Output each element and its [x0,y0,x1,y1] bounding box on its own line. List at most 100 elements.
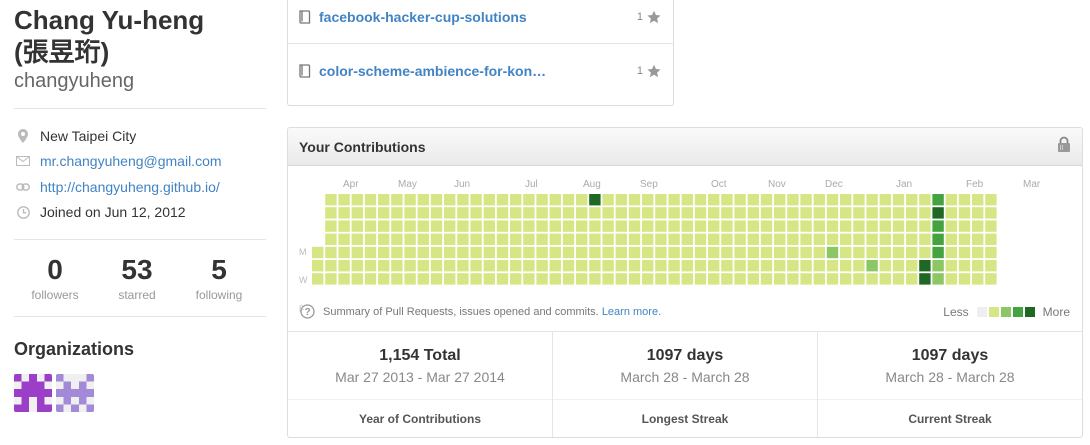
contribution-day[interactable] [958,246,971,259]
contribution-day[interactable] [840,260,852,272]
contribution-day[interactable] [562,220,575,232]
contribution-day[interactable] [470,260,482,272]
contribution-day[interactable] [378,220,390,232]
contribution-day[interactable] [364,233,377,245]
contribution-day[interactable] [338,233,350,245]
contribution-day[interactable] [972,220,984,232]
contribution-day[interactable] [404,260,416,272]
contribution-day[interactable] [694,273,707,285]
contribution-day[interactable] [628,194,641,206]
contribution-day[interactable] [840,194,852,206]
contribution-day[interactable] [642,194,654,206]
contribution-day[interactable] [338,194,350,206]
contribution-day[interactable] [800,207,812,219]
contribution-day[interactable] [602,194,614,206]
contribution-day[interactable] [708,194,720,206]
org-avatar-purple[interactable] [14,374,52,417]
contribution-day[interactable] [364,246,377,259]
contribution-day[interactable] [417,194,429,206]
contribution-day[interactable] [470,194,482,206]
contribution-day[interactable] [655,233,667,245]
contribution-day[interactable] [919,207,931,219]
contribution-day[interactable] [430,273,443,285]
contribution-day[interactable] [628,220,641,232]
contribution-day[interactable] [721,273,733,285]
contribution-day[interactable] [378,194,390,206]
contribution-day[interactable] [417,273,429,285]
contribution-day[interactable] [800,194,812,206]
contribution-day[interactable] [694,260,707,272]
contribution-day[interactable] [985,273,997,285]
contribution-day[interactable] [351,220,363,232]
contribution-day[interactable] [840,233,852,245]
contribution-day[interactable] [919,273,931,285]
contribution-day[interactable] [338,220,350,232]
contribution-day[interactable] [576,220,588,232]
contribution-day[interactable] [985,220,997,232]
contribution-day[interactable] [642,220,654,232]
contribution-day[interactable] [576,194,588,206]
contribution-day[interactable] [562,207,575,219]
contribution-day[interactable] [681,246,693,259]
contribution-day[interactable] [826,246,839,259]
contribution-day[interactable] [906,260,918,272]
contribution-day[interactable] [523,207,535,219]
contribution-day[interactable] [840,273,852,285]
contribution-day[interactable] [945,194,957,206]
org-avatar-lavender[interactable] [56,374,94,417]
contribution-day[interactable] [615,207,627,219]
contribution-day[interactable] [457,194,469,206]
contribution-day[interactable] [945,246,957,259]
contribution-day[interactable] [879,220,891,232]
contribution-day[interactable] [628,273,641,285]
contribution-day[interactable] [985,233,997,245]
contribution-day[interactable] [417,233,429,245]
contribution-day[interactable] [589,194,601,206]
contribution-day[interactable] [826,260,839,272]
contribution-day[interactable] [945,220,957,232]
contribution-day[interactable] [338,207,350,219]
contribution-day[interactable] [391,233,403,245]
contribution-day[interactable] [470,233,482,245]
contribution-day[interactable] [430,246,443,259]
contribution-day[interactable] [879,260,891,272]
contribution-day[interactable] [523,233,535,245]
contribution-day[interactable] [892,233,905,245]
contribution-day[interactable] [681,194,693,206]
contribution-day[interactable] [549,194,561,206]
contribution-day[interactable] [958,260,971,272]
contribution-day[interactable] [457,246,469,259]
contribution-day[interactable] [483,233,495,245]
contribution-day[interactable] [866,194,878,206]
contribution-day[interactable] [932,194,944,206]
contribution-day[interactable] [364,273,377,285]
contribution-day[interactable] [708,260,720,272]
contribution-day[interactable] [430,233,443,245]
contribution-day[interactable] [681,273,693,285]
contribution-day[interactable] [325,273,337,285]
contribution-day[interactable] [853,273,865,285]
contribution-day[interactable] [906,246,918,259]
contribution-day[interactable] [536,220,548,232]
contribution-day[interactable] [470,220,482,232]
contribution-day[interactable] [338,273,350,285]
contribution-day[interactable] [325,260,337,272]
contribution-day[interactable] [800,220,812,232]
contribution-day[interactable] [958,220,971,232]
contribution-day[interactable] [866,207,878,219]
contribution-day[interactable] [576,207,588,219]
contribution-day[interactable] [919,233,931,245]
contribution-day[interactable] [840,207,852,219]
contribution-day[interactable] [576,246,588,259]
contribution-day[interactable] [628,260,641,272]
contribution-day[interactable] [325,194,337,206]
contribution-day[interactable] [351,273,363,285]
repo-item[interactable]: facebook-hacker-cup-solutions 1 [288,0,673,44]
repo-name[interactable]: facebook-hacker-cup-solutions [319,9,637,25]
contribution-day[interactable] [391,220,403,232]
contribution-day[interactable] [444,246,456,259]
contribution-day[interactable] [813,207,825,219]
contribution-day[interactable] [391,246,403,259]
contribution-day[interactable] [404,207,416,219]
contribution-day[interactable] [655,273,667,285]
